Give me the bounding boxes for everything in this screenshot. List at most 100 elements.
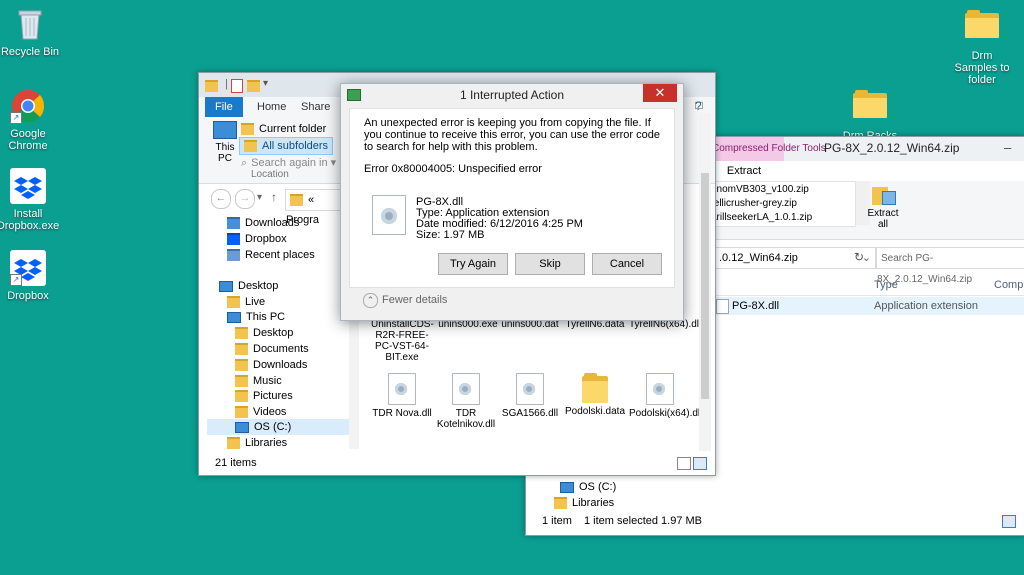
recycle-bin-icon: [12, 6, 48, 42]
nav-documents[interactable]: Documents: [235, 341, 309, 357]
extract-to-list: enomVB303_v100.zip tellicrusher-grey.zip…: [704, 181, 856, 227]
zip-folder-icon: [872, 183, 896, 205]
status-bar: 1 item 1 item selected 1.97 MB: [526, 511, 1024, 531]
details-view-icon[interactable]: [677, 457, 691, 470]
nav-pictures[interactable]: Pictures: [235, 388, 293, 404]
cancel-button[interactable]: Cancel: [592, 253, 662, 275]
minimize-button[interactable]: –: [1004, 140, 1011, 155]
nav-music[interactable]: Music: [235, 373, 282, 389]
drm-racks-folder-desktop-icon[interactable]: Drm Racks: [832, 86, 908, 142]
dialog-title-bar: 1 Interrupted Action: [341, 84, 683, 106]
desktop-icon-label: Dropbox: [7, 290, 49, 302]
folder-icon: [582, 373, 608, 403]
all-subfolders-option[interactable]: All subfolders: [239, 137, 334, 155]
nav-os-c[interactable]: OS (C:): [560, 479, 616, 495]
dropbox-icon: ↗: [10, 250, 46, 286]
content-scrollbar[interactable]: [699, 113, 711, 451]
interrupted-action-dialog: 1 Interrupted Action ✕ An unexpected err…: [340, 83, 684, 321]
maximize-button[interactable]: □: [686, 95, 712, 115]
navigation-pane: Downloads Dropbox Recent places Desktop …: [199, 213, 349, 453]
large-icons-view-icon[interactable]: [693, 457, 707, 470]
folder-icon: [205, 80, 218, 92]
nav-recent-places[interactable]: Recent places: [227, 247, 315, 263]
nav-live[interactable]: Live: [227, 294, 265, 310]
file-tile[interactable]: Podolski.data: [564, 373, 626, 417]
forward-button[interactable]: →: [235, 189, 255, 209]
fewer-details-label: Fewer details: [382, 294, 448, 306]
folder-icon: [235, 327, 248, 340]
nav-desktop-root[interactable]: Desktop: [219, 278, 278, 294]
try-again-button[interactable]: Try Again: [438, 253, 508, 275]
nav-label: Libraries: [245, 437, 288, 449]
drm-samples-folder-desktop-icon[interactable]: Drm Samples to folder: [942, 6, 1022, 86]
file-tile[interactable]: TDR Nova.dll: [371, 373, 433, 419]
tab-share[interactable]: Share: [291, 97, 340, 117]
tab-home[interactable]: Home: [247, 97, 296, 117]
file-label: Podolski(x64).dll: [629, 408, 703, 419]
nav-label: Videos: [253, 406, 287, 418]
new-folder-icon[interactable]: [247, 80, 260, 92]
properties-icon[interactable]: [231, 79, 243, 93]
nav-os-c[interactable]: OS (C:): [207, 419, 349, 435]
recycle-bin-desktop-icon[interactable]: Recycle Bin: [0, 6, 68, 58]
nav-label: Dropbox: [245, 233, 287, 245]
nav-dropbox[interactable]: Dropbox: [227, 231, 287, 247]
drive-icon: [560, 481, 574, 493]
file-label: UninstallCDS-R2R-FREE-PC-VST-64-BIT.exe: [371, 319, 434, 363]
install-dropbox-desktop-icon[interactable]: Install Dropbox.exe: [0, 168, 66, 232]
nav-videos[interactable]: Videos: [235, 404, 286, 420]
nav-this-pc[interactable]: This PC: [227, 309, 285, 325]
extract-all-button[interactable]: Extract all: [866, 183, 900, 230]
file-row-pg8x[interactable]: PG-8X.dll Application extension: [712, 297, 1024, 315]
skip-button[interactable]: Skip: [515, 253, 585, 275]
nav-downloads-pc[interactable]: Downloads: [235, 357, 307, 373]
folder-icon: [964, 10, 1000, 46]
file-tile[interactable]: UninstallCDS-R2R-FREE-PC-VST-64-BIT.exe: [371, 319, 434, 363]
copy-icon: [347, 89, 361, 101]
back-button[interactable]: ←: [211, 189, 231, 209]
nav-label: Desktop: [253, 327, 294, 339]
details-view-icon[interactable]: [1002, 515, 1016, 528]
file-tile[interactable]: TDR Kotelnikov.dll: [435, 373, 497, 430]
nav-label: Libraries: [572, 497, 615, 509]
address-bar[interactable]: « Progra: [285, 189, 347, 226]
tab-file[interactable]: File: [205, 97, 243, 117]
recent-locations-icon[interactable]: ▾: [257, 192, 262, 203]
google-chrome-desktop-icon[interactable]: ↗ Google Chrome: [0, 88, 66, 152]
search-box[interactable]: Search PG-8X_2.0.12_Win64.zip: [876, 247, 1024, 285]
file-label: Podolski.data: [564, 406, 626, 417]
current-folder-option[interactable]: Current folder: [241, 121, 326, 137]
nav-label: OS (C:): [254, 421, 292, 433]
column-header-type[interactable]: Type: [874, 279, 898, 291]
shortcut-arrow-icon: ↗: [10, 112, 22, 124]
extract-list-item[interactable]: arillseekerLA_1.0.1.zip: [711, 212, 812, 223]
nav-desktop[interactable]: Desktop: [235, 325, 293, 341]
this-pc-button[interactable]: This PC: [211, 121, 239, 164]
dll-file-icon: [716, 299, 729, 314]
desktop-icon: [219, 280, 233, 292]
dll-file-icon: [452, 373, 480, 405]
file-size: Size: 1.97 MB: [416, 229, 485, 241]
dropbox-desktop-icon[interactable]: ↗ Dropbox: [0, 250, 66, 302]
refresh-icon[interactable]: ↻: [849, 247, 869, 267]
fewer-details-toggle[interactable]: ⌃ Fewer details: [363, 292, 447, 308]
nav-libraries[interactable]: Libraries: [554, 495, 614, 511]
option-label: Current folder: [259, 123, 327, 135]
up-arrow-icon[interactable]: ↑: [271, 190, 277, 204]
column-header-compressed[interactable]: Compre: [994, 279, 1024, 291]
scrollbar-thumb[interactable]: [701, 173, 709, 399]
address-prefix: «: [308, 194, 315, 206]
tab-extract[interactable]: Extract: [704, 161, 784, 182]
file-tile[interactable]: Podolski(x64).dll: [629, 373, 702, 419]
chevron-down-icon[interactable]: ▾: [263, 78, 268, 89]
close-button[interactable]: ✕: [643, 84, 677, 102]
computer-icon: [213, 121, 237, 139]
file-label: TDR Kotelnikov.dll: [436, 408, 496, 430]
file-tile[interactable]: SGA1566.dll: [499, 373, 561, 419]
nav-downloads[interactable]: Downloads: [227, 215, 299, 231]
extract-list-item[interactable]: enomVB303_v100.zip: [711, 184, 809, 195]
error-code: Error 0x80004005: Unspecified error: [364, 163, 542, 175]
nav-libraries[interactable]: Libraries: [227, 435, 287, 451]
extract-list-item[interactable]: tellicrusher-grey.zip: [711, 198, 797, 209]
option-label: All subfolders: [262, 140, 329, 152]
